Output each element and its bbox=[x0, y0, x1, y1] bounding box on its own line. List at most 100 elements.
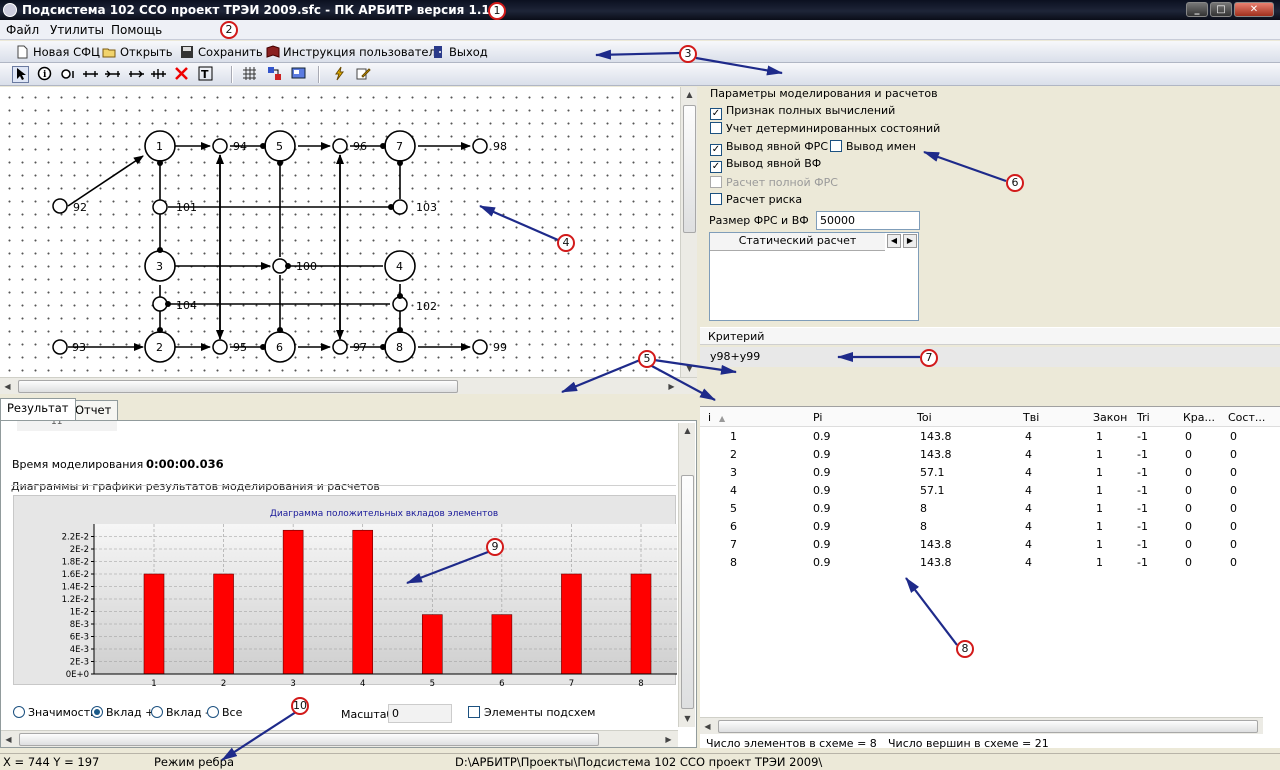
scroll-thumb[interactable] bbox=[718, 720, 1258, 733]
edge-tool-4-icon[interactable] bbox=[150, 66, 167, 83]
menu-file[interactable]: Файл bbox=[6, 23, 39, 37]
col-header-tri[interactable]: Tri bbox=[1137, 411, 1150, 424]
radio-contribution-minus[interactable]: Вклад - bbox=[151, 706, 209, 719]
svg-text:97: 97 bbox=[353, 341, 367, 354]
scroll-left-icon[interactable]: ◀ bbox=[700, 719, 715, 734]
y-tick-label: 1.6E-2 bbox=[62, 570, 89, 580]
scroll-down-icon[interactable]: ▼ bbox=[682, 361, 697, 376]
table-row[interactable]: 3 0.9 57.1 4 1 -1 0 0 bbox=[700, 465, 1280, 483]
node-97[interactable] bbox=[332, 339, 348, 355]
new-sfc-button[interactable]: Новая СФЦ bbox=[15, 44, 100, 60]
node-93[interactable] bbox=[52, 339, 68, 355]
node-95[interactable] bbox=[212, 339, 228, 355]
risk-checkbox[interactable]: Расчет риска bbox=[710, 193, 802, 209]
svg-text:i: i bbox=[43, 70, 47, 80]
subschema-checkbox[interactable]: Элементы подсхем bbox=[468, 706, 595, 719]
text-tool-icon[interactable]: T bbox=[197, 66, 214, 83]
scroll-right-icon[interactable]: ▶ bbox=[661, 732, 676, 747]
tab-result[interactable]: Результат bbox=[0, 398, 76, 420]
tab-right-icon[interactable]: ▶ bbox=[903, 234, 917, 248]
col-header-i[interactable]: i bbox=[708, 411, 711, 424]
determ-checkbox[interactable]: Учет детерминированных состояний bbox=[710, 122, 940, 138]
delete-icon[interactable] bbox=[173, 66, 190, 83]
scroll-left-icon[interactable]: ◀ bbox=[0, 379, 15, 394]
table-row[interactable]: 1 0.9 143.8 4 1 -1 0 0 bbox=[700, 429, 1280, 447]
grid-icon[interactable] bbox=[241, 66, 258, 83]
subgraph-icon[interactable] bbox=[266, 66, 283, 83]
status-mode: Режим ребра bbox=[154, 755, 234, 769]
edge-tool-3-icon[interactable] bbox=[128, 66, 145, 83]
user-manual-button[interactable]: Инструкция пользователя bbox=[265, 44, 443, 60]
save-button[interactable]: Сохранить bbox=[180, 44, 263, 60]
table-row[interactable]: 5 0.9 8 4 1 -1 0 0 bbox=[700, 501, 1280, 519]
edge-tool-2-icon[interactable] bbox=[104, 66, 121, 83]
static-calc-tab[interactable]: Статический расчет bbox=[710, 233, 885, 251]
criterion-row[interactable]: y98+y99 bbox=[700, 347, 1280, 367]
table-cell: 4 bbox=[1025, 538, 1032, 551]
col-header-kr[interactable]: Кра... bbox=[1183, 411, 1215, 424]
table-row[interactable]: 8 0.9 143.8 4 1 -1 0 0 bbox=[700, 555, 1280, 573]
node-100[interactable] bbox=[272, 258, 288, 274]
open-button[interactable]: Открыть bbox=[102, 44, 173, 60]
node-101[interactable] bbox=[152, 199, 168, 215]
tab-left-icon[interactable]: ◀ bbox=[887, 234, 901, 248]
radio-all[interactable]: Все bbox=[207, 706, 242, 719]
col-header-tvi[interactable]: Tвi bbox=[1023, 411, 1039, 424]
explicit-frs-checkbox[interactable]: ✓ Вывод явной ФРС bbox=[710, 140, 828, 156]
scroll-down-icon[interactable]: ▼ bbox=[680, 711, 695, 726]
edge-tool-1-icon[interactable] bbox=[82, 66, 99, 83]
tab-report[interactable]: Отчет bbox=[68, 400, 119, 420]
pointer-icon[interactable] bbox=[12, 66, 29, 83]
node-99[interactable] bbox=[472, 339, 488, 355]
close-button[interactable]: ✕ bbox=[1234, 2, 1274, 17]
scroll-thumb[interactable] bbox=[19, 733, 599, 746]
full-calc-checkbox[interactable]: ✓ Признак полных вычислений bbox=[710, 104, 895, 120]
radio-contribution-plus[interactable]: Вклад + bbox=[91, 706, 154, 719]
results-horizontal-scrollbar[interactable]: ◀ ▶ bbox=[1, 730, 678, 747]
scroll-thumb[interactable] bbox=[683, 105, 696, 233]
col-header-toi[interactable]: Toi bbox=[917, 411, 932, 424]
scroll-left-icon[interactable]: ◀ bbox=[1, 732, 16, 747]
scroll-thumb[interactable] bbox=[18, 380, 458, 393]
menu-utilities[interactable]: Утилиты bbox=[50, 23, 104, 37]
radio-significance[interactable]: Значимости bbox=[13, 706, 97, 719]
minimize-button[interactable]: _ bbox=[1186, 2, 1208, 17]
scroll-thumb[interactable] bbox=[681, 475, 694, 709]
node-92[interactable] bbox=[52, 198, 68, 214]
scheme-diagram[interactable]: 1 2 3 4 5 6 7 8 92 93 94 95 96 97 98 99 … bbox=[0, 87, 680, 377]
scroll-up-icon[interactable]: ▲ bbox=[682, 87, 697, 102]
results-vertical-scrollbar[interactable]: ▲ ▼ bbox=[678, 423, 695, 727]
node-102[interactable] bbox=[392, 296, 408, 312]
node-103[interactable] bbox=[392, 199, 408, 215]
table-row[interactable]: 7 0.9 143.8 4 1 -1 0 0 bbox=[700, 537, 1280, 555]
node-104[interactable] bbox=[152, 296, 168, 312]
col-header-state[interactable]: Сост... bbox=[1228, 411, 1265, 424]
output-names-checkbox[interactable]: Вывод имен bbox=[830, 140, 916, 156]
info-icon[interactable]: i bbox=[36, 66, 53, 83]
size-input[interactable] bbox=[816, 211, 920, 230]
col-header-pi[interactable]: Pi bbox=[813, 411, 822, 424]
table-row[interactable]: 2 0.9 143.8 4 1 -1 0 0 bbox=[700, 447, 1280, 465]
table-cell: 4 bbox=[1025, 520, 1032, 533]
scale-input[interactable] bbox=[388, 704, 452, 723]
select-area-icon[interactable] bbox=[290, 66, 307, 83]
scroll-up-icon[interactable]: ▲ bbox=[680, 423, 695, 438]
maximize-button[interactable]: □ bbox=[1210, 2, 1232, 17]
table-horizontal-scrollbar[interactable]: ◀ bbox=[700, 717, 1263, 734]
run-icon[interactable] bbox=[331, 66, 348, 83]
node-94[interactable] bbox=[212, 138, 228, 154]
table-row[interactable]: 4 0.9 57.1 4 1 -1 0 0 bbox=[700, 483, 1280, 501]
node-98[interactable] bbox=[472, 138, 488, 154]
table-row[interactable]: 6 0.9 8 4 1 -1 0 0 bbox=[700, 519, 1280, 537]
node-96[interactable] bbox=[332, 138, 348, 154]
canvas-horizontal-scrollbar[interactable]: ◀ ▶ bbox=[0, 377, 697, 394]
canvas-vertical-scrollbar[interactable]: ▲ ▼ bbox=[680, 87, 697, 377]
edit-icon[interactable] bbox=[355, 66, 372, 83]
explicit-vf-checkbox[interactable]: ✓ Вывод явной ВФ bbox=[710, 157, 821, 173]
node-tool-icon[interactable] bbox=[60, 66, 77, 83]
diagram-canvas[interactable]: 1 2 3 4 5 6 7 8 92 93 94 95 96 97 98 99 … bbox=[0, 87, 680, 377]
menu-help[interactable]: Помощь bbox=[111, 23, 162, 37]
exit-button[interactable]: Выход bbox=[431, 44, 488, 60]
scroll-right-icon[interactable]: ▶ bbox=[664, 379, 679, 394]
col-header-law[interactable]: Закон bbox=[1093, 411, 1127, 424]
